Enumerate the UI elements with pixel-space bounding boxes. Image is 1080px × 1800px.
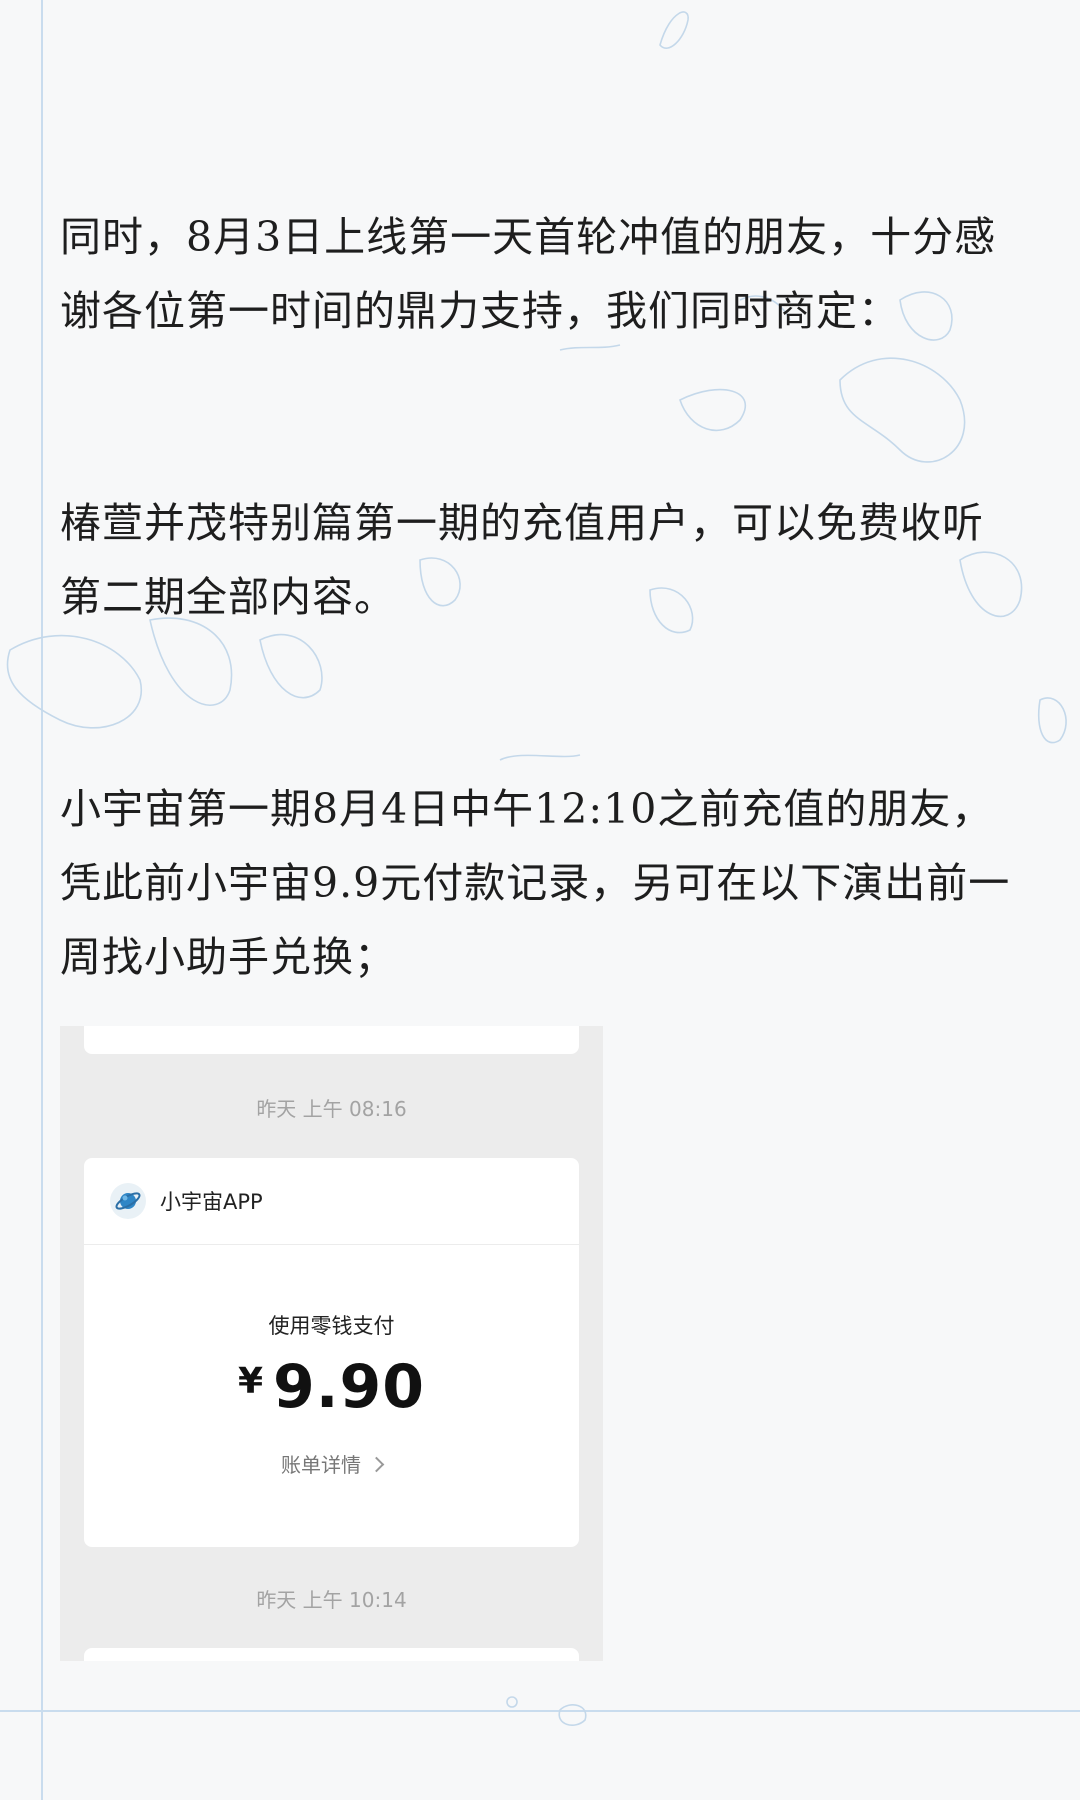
app-name: 小宇宙APP: [160, 1190, 263, 1214]
paragraph-xiaoyuzhou-redeem: 小宇宙第一期8月4日中午12:10之前充值的朋友，凭此前小宇宙9.9元付款记录，…: [60, 785, 1011, 981]
payment-screenshot: 昨天 上午 08:16 小宇宙APP 使用零钱支付 ¥9.90 账单详情 昨天 …: [60, 1026, 603, 1661]
currency-symbol: ¥: [237, 1361, 263, 1402]
message-timestamp: 昨天 上午 10:14: [256, 1588, 407, 1612]
bill-details-label: 账单详情: [281, 1453, 361, 1477]
payment-notification-card: 小宇宙APP 使用零钱支付 ¥9.90 账单详情: [84, 1158, 579, 1547]
planet-icon: [110, 1183, 146, 1219]
amount-value: 9.90: [273, 1352, 426, 1422]
card-header: 小宇宙APP: [84, 1158, 579, 1245]
paragraph-first-day-recharge: 同时，8月3日上线第一天首轮冲值的朋友，十分感谢各位第一时间的鼎力支持，我们同时…: [60, 213, 997, 335]
next-message-card: [84, 1648, 579, 1661]
message-timestamp: 昨天 上午 08:16: [256, 1097, 407, 1121]
bill-details-link[interactable]: 账单详情: [84, 1449, 579, 1478]
payment-amount: ¥9.90: [84, 1352, 579, 1422]
previous-message-card: [84, 1026, 579, 1054]
payment-method-label: 使用零钱支付: [268, 1314, 395, 1338]
chevron-right-icon: [368, 1456, 385, 1473]
paragraph-special-episode: 椿萱并茂特别篇第一期的充值用户，可以免费收听第二期全部内容。: [60, 499, 984, 621]
